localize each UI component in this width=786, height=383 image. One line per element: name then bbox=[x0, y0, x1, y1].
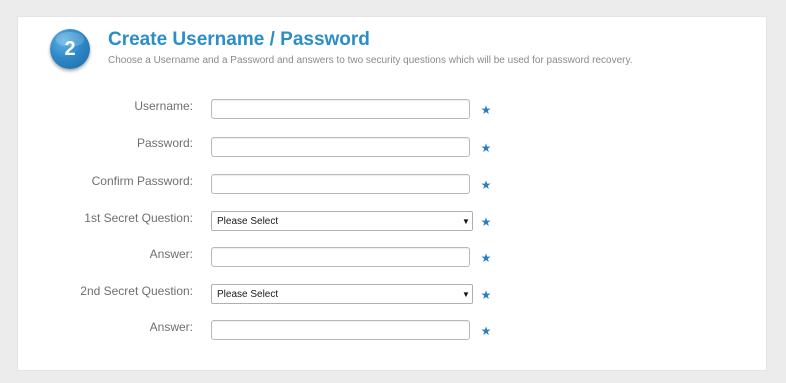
chevron-down-icon[interactable]: ▼ bbox=[460, 212, 472, 230]
confirm-password-required-star-icon: ★ bbox=[480, 178, 492, 192]
secret-question-1-required-star-icon: ★ bbox=[480, 215, 492, 229]
answer-1-required-star-icon: ★ bbox=[480, 251, 492, 265]
section-description: Choose a Username and a Password and ans… bbox=[108, 55, 633, 66]
step-number: 2 bbox=[64, 37, 76, 60]
username-input[interactable] bbox=[211, 99, 470, 119]
secret-question-1-value: Please Select bbox=[217, 215, 279, 227]
confirm-password-input[interactable] bbox=[211, 174, 470, 194]
answer-1-label: Answer: bbox=[149, 247, 193, 261]
username-label: Username: bbox=[134, 99, 193, 113]
password-label: Password: bbox=[136, 136, 193, 150]
username-required-star-icon: ★ bbox=[480, 103, 492, 117]
secret-question-2-select[interactable]: Please Select ▼ bbox=[211, 284, 473, 304]
answer-1-input[interactable] bbox=[211, 247, 470, 267]
chevron-down-icon[interactable]: ▼ bbox=[460, 285, 472, 303]
confirm-password-label: Confirm Password: bbox=[91, 174, 193, 188]
secret-question-2-label: 2nd Secret Question: bbox=[80, 284, 193, 298]
secret-question-2-required-star-icon: ★ bbox=[480, 288, 492, 302]
password-required-star-icon: ★ bbox=[480, 141, 492, 155]
section-title: Create Username / Password bbox=[108, 29, 370, 50]
secret-question-1-select[interactable]: Please Select ▼ bbox=[211, 211, 473, 231]
step-number-badge: 2 bbox=[50, 29, 90, 69]
answer-2-label: Answer: bbox=[149, 320, 193, 334]
answer-2-input[interactable] bbox=[211, 320, 470, 340]
answer-2-required-star-icon: ★ bbox=[480, 324, 492, 338]
password-input[interactable] bbox=[211, 137, 470, 157]
secret-question-1-label: 1st Secret Question: bbox=[84, 211, 193, 225]
secret-question-2-value: Please Select bbox=[217, 288, 279, 300]
